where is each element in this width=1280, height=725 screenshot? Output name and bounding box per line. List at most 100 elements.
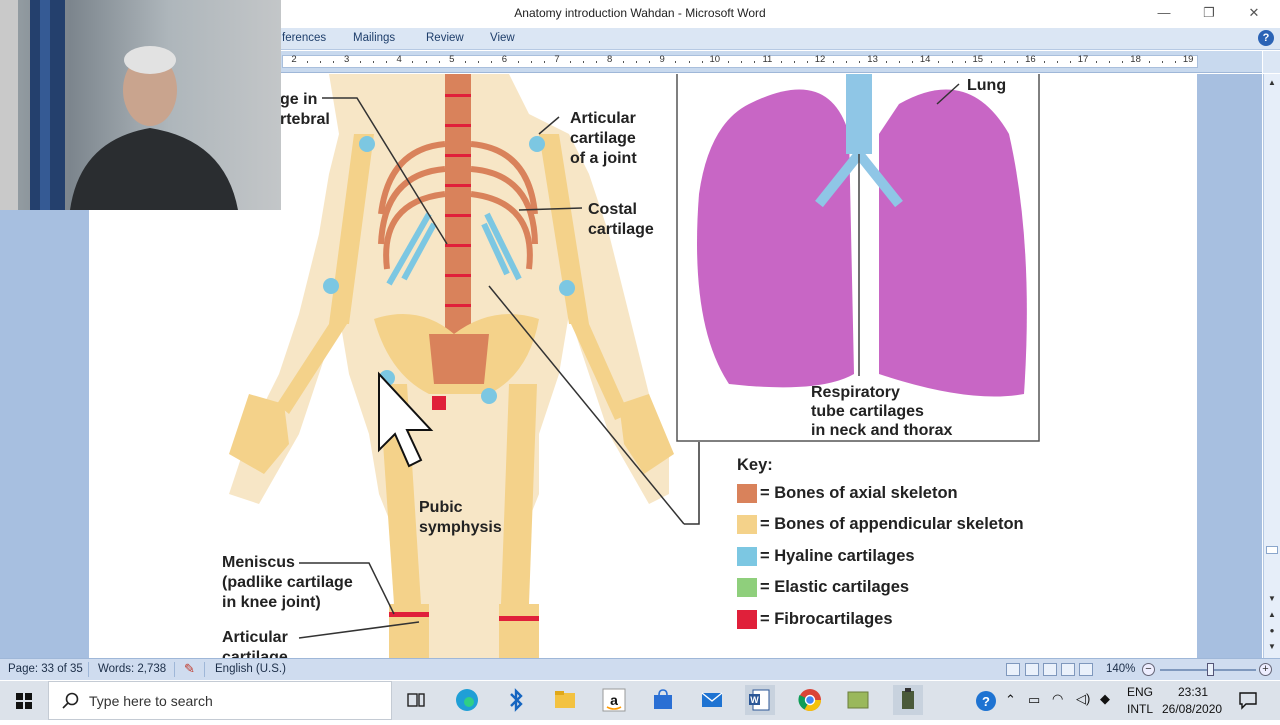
prev-page-icon[interactable]: ▲ [1264,608,1280,622]
image-viewer-icon[interactable] [843,685,873,715]
status-divider [204,662,205,677]
zoom-slider-thumb[interactable] [1207,663,1214,676]
key-item-appendicular: = Bones of appendicular skeleton [737,515,1024,534]
ruler-page-area [282,55,1198,68]
label-articular-bottom-2: cartilage [222,649,288,658]
key-item-hyaline: = Hyaline cartilages [737,547,915,566]
ruler-number: 9 [659,54,665,65]
vertical-scrollbar[interactable]: ▲ ▼ ▲ ● ▼ [1263,74,1280,658]
close-button[interactable]: ✕ [1240,4,1268,24]
tab-view[interactable]: View [490,32,515,44]
print-layout-icon[interactable] [1006,663,1020,676]
ruler-number: 16 [1025,54,1036,65]
label-meniscus-2: (padlike cartilage [222,574,353,591]
ruler-tick [688,61,690,63]
wifi-icon[interactable]: ◠ [1052,691,1063,707]
scroll-thumb[interactable] [1266,546,1278,554]
key-item-elastic: = Elastic cartilages [737,578,909,597]
key-label-hyaline: = Hyaline cartilages [760,547,915,565]
ruler-tick [780,61,782,63]
ruler-tick [1148,61,1150,63]
ruler-tick [898,61,900,63]
key-item-fibro: = Fibrocartilages [737,610,893,629]
ruler-tick [425,61,427,63]
full-screen-reading-icon[interactable] [1025,663,1039,676]
ruler-number: 12 [814,54,826,65]
zoom-in-button[interactable]: + [1259,663,1272,676]
tab-references[interactable]: ferences [282,32,326,44]
scroll-up-icon[interactable]: ▲ [1264,76,1280,90]
ruler-tick [859,61,861,63]
volume-icon[interactable]: ◁) [1076,691,1090,707]
word-app-icon[interactable]: W [745,685,775,715]
taskbar-search-box[interactable]: Type here to search [48,681,392,720]
scroll-down-icon[interactable]: ▼ [1264,592,1280,606]
status-divider [174,662,175,677]
notifications-icon[interactable] [1238,690,1258,713]
ruler-tick [912,61,914,63]
ruler-tick [741,61,743,63]
help-tray-icon[interactable]: ? [975,690,997,715]
ruler-tick [583,61,585,63]
restore-button[interactable]: ❐ [1195,4,1223,24]
help-icon[interactable]: ? [1258,30,1274,46]
language-top[interactable]: ENG [1127,685,1153,699]
tab-review[interactable]: Review [426,32,464,44]
mail-icon[interactable] [697,685,727,715]
store-icon[interactable] [648,685,678,715]
ruler-tick [570,61,572,63]
ruler-tick [1161,61,1163,63]
view-ruler-icon[interactable] [1263,51,1280,73]
ruler-tick [990,61,992,63]
label-meniscus-3: in knee joint) [222,594,321,611]
label-vertebral-top: ge in [280,91,318,108]
bluetooth-app-icon[interactable] [501,685,531,715]
proofing-icon[interactable]: ✎ [184,661,195,677]
label-pubic-1: Pubic [419,499,463,516]
search-placeholder: Type here to search [89,693,213,709]
clock-date[interactable]: 26/08/2020 [1162,702,1222,716]
ruler-tick [846,61,848,63]
ruler-tick [1175,61,1177,63]
ruler-number: 3 [343,54,350,65]
status-bar: Page: 33 of 35 Words: 2,738 ✎ English (U… [0,658,1280,680]
tab-mailings[interactable]: Mailings [353,32,395,44]
dropbox-icon[interactable]: ◆ [1100,691,1110,707]
edge-browser-icon[interactable] [452,685,482,715]
label-costal-1: Costal [588,201,637,218]
battery-icon[interactable]: ▭ [1028,692,1040,708]
file-explorer-icon[interactable] [550,685,580,715]
swatch-hyaline [737,547,757,566]
chrome-icon[interactable] [795,685,825,715]
start-button[interactable] [0,681,48,720]
task-view-icon[interactable] [401,685,431,715]
zoom-level[interactable]: 140% [1106,663,1135,675]
ruler-tick [622,61,624,63]
key-label-axial: = Bones of axial skeleton [760,484,958,502]
next-page-icon[interactable]: ▼ [1264,640,1280,654]
amazon-icon[interactable]: a [599,685,629,715]
browse-object-icon[interactable]: ● [1264,624,1280,638]
word-count[interactable]: Words: 2,738 [98,663,166,675]
windows-taskbar: Type here to search a W ? ⌃ ▭ ◠ ◁) ◆ ENG… [0,681,1280,720]
key-title: Key: [737,456,773,474]
ruler-tick [938,61,940,63]
clock-time[interactable]: 23:31 [1178,685,1208,699]
ruler-tick [307,61,309,63]
recorder-app-icon[interactable] [893,685,923,715]
ruler-tick [635,61,637,63]
draft-view-icon[interactable] [1079,663,1093,676]
web-layout-icon[interactable] [1043,663,1057,676]
language-indicator[interactable]: English (U.S.) [215,663,286,675]
ruler-tick [951,61,953,63]
page-count[interactable]: Page: 33 of 35 [8,663,83,675]
chevron-up-icon[interactable]: ⌃ [1005,692,1016,708]
zoom-out-button[interactable]: − [1142,663,1155,676]
ruler-tick [372,61,374,63]
minimize-button[interactable]: — [1150,4,1178,24]
outline-view-icon[interactable] [1061,663,1075,676]
ruler-number: 6 [501,54,508,65]
ruler-number: 7 [554,54,560,65]
language-bottom[interactable]: INTL [1127,702,1153,716]
ruler-number: 5 [449,54,455,65]
